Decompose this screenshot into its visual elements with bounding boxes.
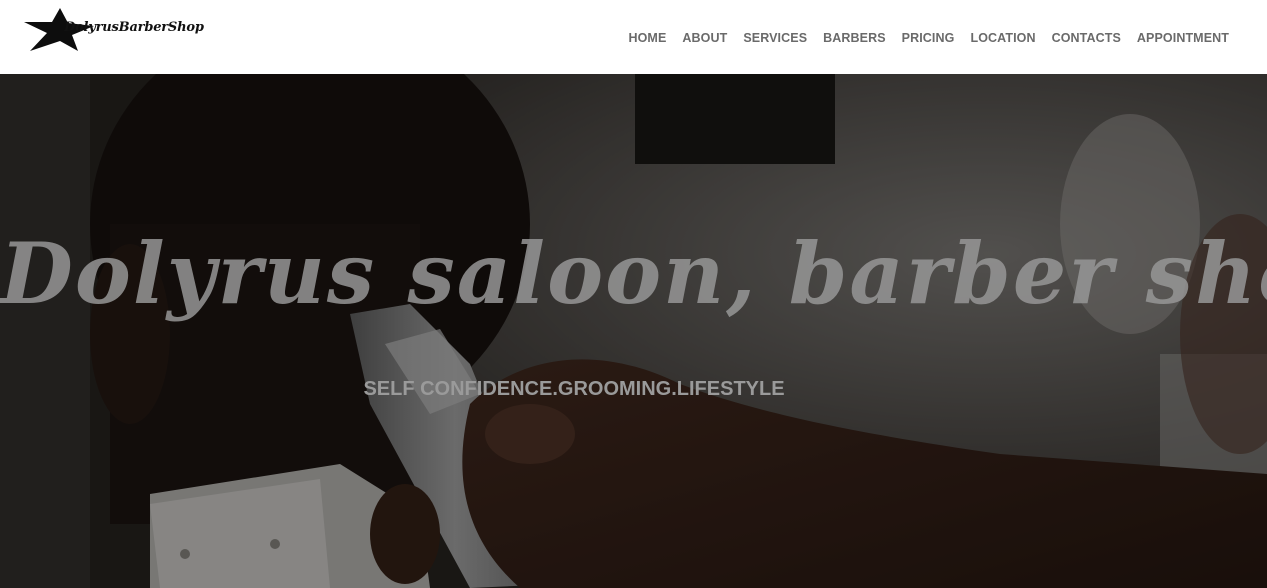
hero-title: Dolyrus saloon, barber shop xyxy=(0,224,1267,323)
logo-text: DolyrusBarberShop xyxy=(64,20,204,35)
nav-about[interactable]: ABOUT xyxy=(674,30,735,46)
nav-home[interactable]: HOME xyxy=(620,30,674,46)
hero-section: Dolyrus saloon, barber shop SELF CONFIDE… xyxy=(0,74,1267,588)
site-header: DolyrusBarberShop HOME ABOUT SERVICES BA… xyxy=(0,0,1267,74)
nav-list: HOME ABOUT SERVICES BARBERS PRICING LOCA… xyxy=(620,30,1237,46)
nav-barbers[interactable]: BARBERS xyxy=(815,30,894,46)
nav-appointment[interactable]: APPOINTMENT xyxy=(1129,30,1237,46)
nav-pricing[interactable]: PRICING xyxy=(894,30,963,46)
nav-contacts[interactable]: CONTACTS xyxy=(1044,30,1129,46)
site-logo[interactable]: DolyrusBarberShop xyxy=(22,6,222,54)
hero-overlay xyxy=(0,74,1267,588)
hero-subtitle: SELF CONFIDENCE.GROOMING.LIFESTYLE xyxy=(363,378,785,400)
nav-services[interactable]: SERVICES xyxy=(735,30,815,46)
nav-location[interactable]: LOCATION xyxy=(962,30,1043,46)
